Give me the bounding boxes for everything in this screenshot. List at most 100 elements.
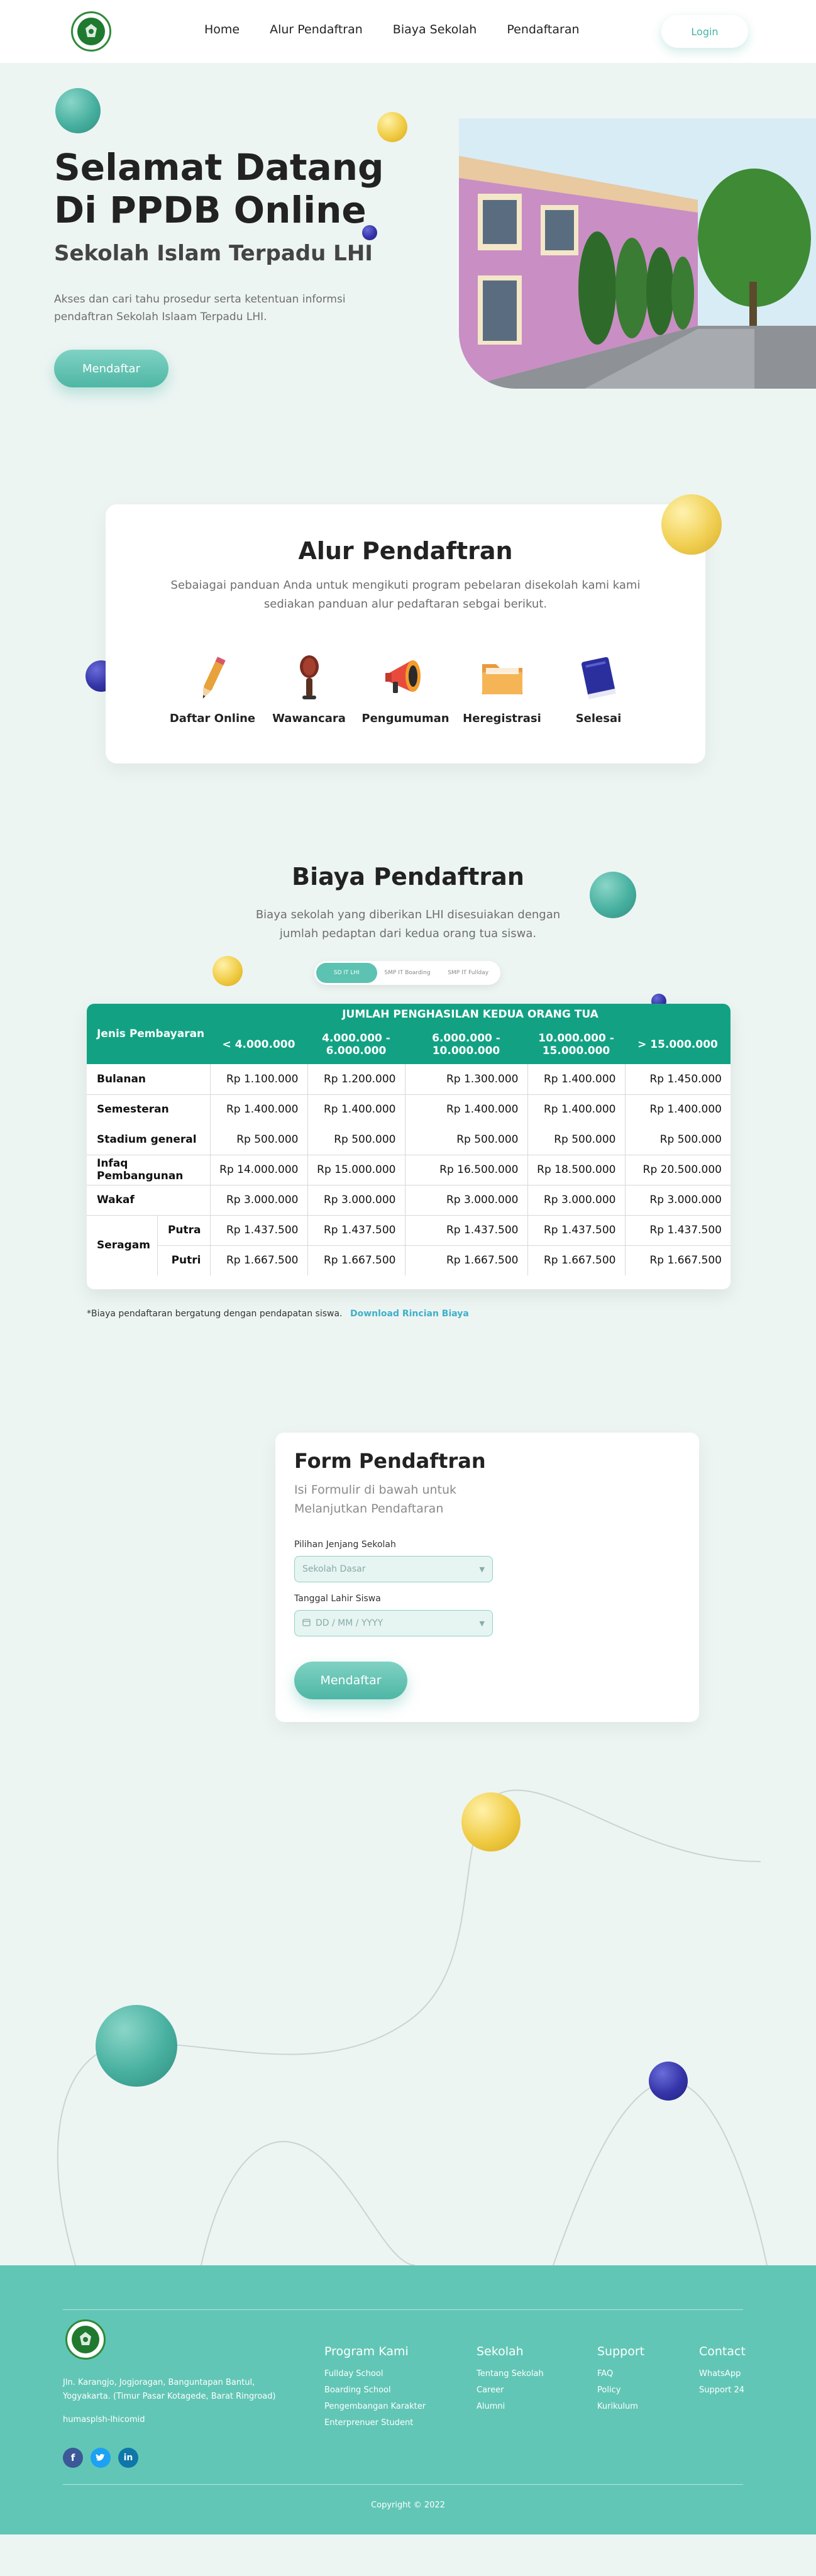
hero-title-line1: Selamat Datang <box>54 146 384 189</box>
footer-link[interactable]: Enterprenuer Student <box>324 2415 426 2431</box>
footer-link[interactable]: Policy <box>597 2382 644 2399</box>
cell-value: Rp 1.400.000 <box>649 1103 722 1116</box>
table-row: Putri Rp 1.667.500 Rp 1.667.500 Rp 1.667… <box>87 1245 731 1275</box>
cell-value: Rp 14.000.000 <box>210 1155 308 1185</box>
nav-menu: Home Alur Pendaftran Biaya Sekolah Penda… <box>204 23 580 36</box>
cell-value: Rp 18.500.000 <box>527 1155 626 1185</box>
step-label: Pengumuman <box>361 712 449 725</box>
twitter-icon[interactable] <box>91 2448 111 2468</box>
table-group-header: JUMLAH PENGHASILAN KEDUA ORANG TUA <box>210 1004 731 1025</box>
step-label: Heregistrasi <box>463 712 541 725</box>
footer: Jln. Karangjo, Jogjoragan, Banguntapan B… <box>0 2265 816 2534</box>
login-button[interactable]: Login <box>661 15 748 48</box>
cell-value: Rp 15.000.000 <box>307 1155 405 1185</box>
footer-link[interactable]: Kurikulum <box>597 2399 644 2415</box>
row-label: Stadium general <box>87 1124 211 1155</box>
decor-ball-yellow <box>661 494 722 555</box>
school-building-photo <box>459 118 816 389</box>
cell-value: Rp 16.500.000 <box>405 1155 528 1185</box>
alur-title: Alur Pendaftran <box>298 537 513 565</box>
row-label: Wakaf <box>87 1185 211 1216</box>
decor-ball-teal <box>590 872 636 918</box>
cell-value: Rp 3.000.000 <box>405 1185 528 1216</box>
table-column-header: 4.000.000 - 6.000.000 <box>307 1025 405 1064</box>
social-links: f in <box>63 2448 138 2468</box>
form-submit-button[interactable]: Mendaftar <box>294 1662 407 1699</box>
row-sublabel: Putra <box>157 1215 211 1246</box>
note-text: *Biaya pendaftaran bergatung dengan pend… <box>87 1309 343 1319</box>
folder-icon <box>475 650 530 706</box>
step-wawancara: Wawancara <box>265 650 353 725</box>
facebook-icon[interactable]: f <box>63 2448 83 2468</box>
nav-pendaftaran[interactable]: Pendaftaran <box>507 23 579 36</box>
hero-register-button[interactable]: Mendaftar <box>54 350 168 387</box>
tanggal-lahir-input[interactable]: DD / MM / YYYY ▼ <box>294 1610 493 1636</box>
footer-col-title: Contact <box>699 2345 746 2358</box>
cell-value: Rp 20.500.000 <box>625 1155 731 1185</box>
cell-value: Rp 1.400.000 <box>307 1094 405 1124</box>
step-heregistrasi: Heregistrasi <box>458 650 546 725</box>
footer-link[interactable]: WhatsApp <box>699 2366 746 2382</box>
footer-link[interactable]: Alumni <box>477 2399 544 2415</box>
chevron-down-icon: ▼ <box>479 1565 485 1574</box>
toggle-smp-it-boarding[interactable]: SMP IT Boarding <box>377 963 438 983</box>
biaya-title: Biaya Pendaftran <box>292 863 524 891</box>
tanggal-lahir-label: Tanggal Lahir Siswa <box>294 1594 381 1604</box>
footer-link[interactable]: Pengembangan Karakter <box>324 2399 426 2415</box>
school-logo[interactable] <box>71 11 111 52</box>
toggle-smp-it-fullday[interactable]: SMP IT Fullday <box>438 963 499 983</box>
footer-link[interactable]: Career <box>477 2382 544 2399</box>
step-label: Wawancara <box>272 712 346 725</box>
tanggal-lahir-placeholder: DD / MM / YYYY <box>316 1618 383 1628</box>
toggle-sd-it-lhi[interactable]: SD IT LHI <box>316 963 377 983</box>
cell-value: Rp 1.667.500 <box>649 1254 722 1267</box>
table-column-header: < 4.000.000 <box>210 1025 307 1064</box>
jenjang-label: Pilihan Jenjang Sekolah <box>294 1540 396 1550</box>
cell-value: Rp 1.400.000 <box>210 1094 308 1124</box>
row-label: Semesteran <box>87 1094 211 1124</box>
logo-emblem-icon <box>77 18 105 45</box>
footer-divider <box>63 2484 743 2485</box>
form-title: Form Pendaftran <box>294 1449 486 1473</box>
footer-email[interactable]: humasplsh-lhicomid <box>63 2415 145 2424</box>
decor-ball-yellow <box>212 956 243 986</box>
decor-ball-teal <box>55 88 101 133</box>
footer-link[interactable]: Fullday School <box>324 2366 426 2382</box>
nav-alur-pendaftaran[interactable]: Alur Pendaftran <box>270 23 363 36</box>
footer-logo[interactable] <box>65 2319 106 2360</box>
step-label: Selesai <box>575 712 622 725</box>
decor-ball-teal <box>96 2005 177 2087</box>
cell-value: Rp 3.000.000 <box>210 1185 308 1216</box>
nav-home[interactable]: Home <box>204 23 240 36</box>
cell-value: Rp 1.437.500 <box>307 1215 405 1246</box>
logo-emblem-icon <box>72 2326 99 2353</box>
cell-value: Rp 1.100.000 <box>210 1064 308 1095</box>
form-subtitle: Isi Formulir di bawah untuk Melanjutkan … <box>294 1483 457 1516</box>
alur-pendaftaran-card: Alur Pendaftran Sebaiagai panduan Anda u… <box>106 504 705 763</box>
footer-link[interactable]: Boarding School <box>324 2382 426 2399</box>
table-row: Stadium general Rp 500.000 Rp 500.000 Rp… <box>87 1124 731 1155</box>
jenjang-select[interactable]: Sekolah Dasar ▼ <box>294 1556 493 1582</box>
hero-description: Akses dan cari tahu prosedur serta keten… <box>54 293 346 323</box>
cell-value: Rp 500.000 <box>405 1124 528 1155</box>
chevron-down-icon: ▼ <box>479 1619 485 1628</box>
nav-biaya-sekolah[interactable]: Biaya Sekolah <box>393 23 477 36</box>
footer-col-program: Program Kami Fullday School Boarding Sch… <box>324 2345 426 2431</box>
cell-value: Rp 1.437.500 <box>527 1215 626 1246</box>
footer-link[interactable]: FAQ <box>597 2366 644 2382</box>
footer-col-title: Sekolah <box>477 2345 524 2358</box>
footer-link[interactable]: Support 24 <box>699 2382 746 2399</box>
table-row: Infaq Pembangunan Rp 14.000.000 Rp 15.00… <box>87 1155 731 1185</box>
alur-steps: Daftar Online Wawancara Pengumuman Hereg… <box>168 650 642 725</box>
cell-value: Rp 1.200.000 <box>307 1064 405 1095</box>
cell-value: Rp 1.400.000 <box>527 1094 626 1124</box>
hero-title-line2: Di PPDB Online <box>54 189 367 231</box>
cell-value: Rp 500.000 <box>527 1124 626 1155</box>
biaya-table: Jenis Pembayaran JUMLAH PENGHASILAN KEDU… <box>87 1004 731 1289</box>
copyright: Copyright © 2022 <box>371 2501 445 2510</box>
download-rincian-link[interactable]: Download Rincian Biaya <box>350 1309 469 1319</box>
footer-col-contact: Contact WhatsApp Support 24 <box>699 2345 746 2399</box>
cell-value: Rp 500.000 <box>210 1124 308 1155</box>
linkedin-icon[interactable]: in <box>118 2448 138 2468</box>
footer-link[interactable]: Tentang Sekolah <box>477 2366 544 2382</box>
